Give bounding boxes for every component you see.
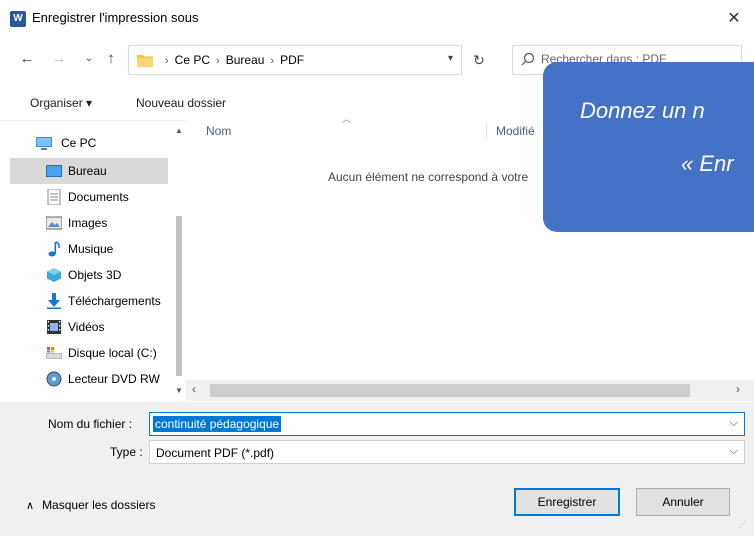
scroll-thumb[interactable] (176, 216, 182, 376)
breadcrumb-item-ce-pc[interactable]: Ce PC (175, 53, 210, 67)
sidebar-item-label: Objets 3D (68, 268, 122, 282)
word-app-icon: W (10, 11, 26, 27)
documents-icon (47, 189, 61, 205)
window-title: Enregistrer l'impression sous (32, 10, 199, 25)
type-label: Type : (110, 445, 143, 459)
sidebar-item-images[interactable]: Images (10, 210, 168, 236)
sidebar-item-disque-local[interactable]: Disque local (C:) (10, 340, 168, 366)
sidebar-item-label: Musique (68, 242, 114, 256)
close-icon[interactable]: ✕ (720, 6, 748, 32)
3d-objects-icon (47, 268, 61, 282)
drive-icon (46, 347, 62, 359)
folder-icon (137, 55, 153, 67)
sidebar-item-label: Bureau (68, 164, 107, 178)
column-divider (486, 122, 487, 140)
filename-input[interactable]: continuité pédagogique ⌵ (149, 412, 745, 436)
horizontal-scrollbar[interactable]: ‹ › (186, 380, 754, 401)
videos-icon (47, 320, 61, 334)
breadcrumb-item-bureau[interactable]: Bureau (226, 53, 265, 67)
pc-icon (36, 137, 52, 150)
sidebar-item-lecteur-dvd[interactable]: Lecteur DVD RW (10, 366, 168, 392)
chevron-right-icon: › (165, 55, 169, 67)
breadcrumb: › Ce PC › Bureau › PDF (159, 53, 304, 67)
sidebar-item-label: Ce PC (61, 136, 97, 150)
scroll-down-icon[interactable]: ▼ (174, 386, 184, 395)
sidebar-item-label: Images (68, 216, 108, 230)
downloads-icon (47, 293, 61, 309)
instruction-callout: Donnez un n « Enr (543, 62, 754, 232)
scroll-left-icon[interactable]: ‹ (192, 382, 196, 396)
save-form: Nom du fichier : continuité pédagogique … (0, 402, 754, 536)
new-folder-button[interactable]: Nouveau dossier (136, 96, 226, 110)
sidebar-item-bureau[interactable]: Bureau (10, 158, 168, 184)
sidebar-item-telechargements[interactable]: Téléchargements (10, 288, 168, 314)
sidebar-item-label: Téléchargements (68, 294, 161, 308)
sidebar-item-label: Disque local (C:) (68, 346, 157, 360)
chevron-down-icon[interactable]: ⌵ (730, 417, 738, 430)
chevron-down-icon[interactable]: ▾ (448, 53, 453, 64)
empty-folder-message: Aucun élément ne correspond à votre (328, 170, 529, 184)
cancel-button[interactable]: Annuler (636, 488, 730, 516)
scroll-right-icon[interactable]: › (736, 382, 740, 396)
chevron-up-icon: ∧ (26, 500, 35, 512)
address-bar[interactable]: › Ce PC › Bureau › PDF ▾ (128, 45, 462, 75)
desktop-folder-icon (46, 165, 62, 177)
sidebar-item-label: Documents (68, 190, 129, 204)
scroll-thumb[interactable] (210, 384, 690, 397)
sort-ascending-icon: ︿ (342, 114, 352, 124)
resize-grip-icon[interactable]: ⋰ (738, 520, 746, 529)
sidebar-item-musique[interactable]: Musique (10, 236, 168, 262)
hide-folders-label: Masquer les dossiers (42, 498, 156, 512)
column-header-name[interactable]: Nom (206, 124, 231, 138)
chevron-down-icon[interactable]: ⌵ (730, 445, 738, 458)
images-icon (46, 216, 62, 230)
save-button[interactable]: Enregistrer (514, 488, 620, 516)
search-icon (521, 52, 535, 66)
callout-line-2: « Enr (681, 151, 734, 176)
chevron-right-icon: › (216, 55, 220, 67)
filename-value[interactable]: continuité pédagogique (153, 416, 282, 432)
breadcrumb-item-pdf[interactable]: PDF (280, 53, 304, 67)
chevron-right-icon: › (270, 55, 275, 67)
sidebar-item-objets-3d[interactable]: Objets 3D (10, 262, 168, 288)
column-header-modified[interactable]: Modifié (496, 124, 535, 138)
sidebar-item-documents[interactable]: Documents (10, 184, 168, 210)
file-type-value: Document PDF (*.pdf) (156, 446, 275, 460)
hide-folders-toggle[interactable]: ∧ Masquer les dossiers (26, 498, 155, 512)
sidebar-item-label: Lecteur DVD RW (68, 372, 160, 386)
sidebar-item-videos[interactable]: Vidéos (10, 314, 168, 340)
forward-arrow-icon[interactable]: → (50, 50, 68, 68)
scroll-up-icon[interactable]: ▲ (174, 126, 184, 135)
organize-menu[interactable]: Organiser ▾ (30, 96, 92, 110)
sidebar-item-ce-pc[interactable]: Ce PC (10, 130, 168, 156)
dvd-icon (46, 371, 62, 387)
sidebar-item-label: Vidéos (68, 320, 105, 334)
sidebar-scrollbar[interactable]: ▲ ▼ (174, 124, 184, 401)
refresh-icon[interactable]: ↻ (470, 52, 488, 70)
back-arrow-icon[interactable]: ← (18, 50, 36, 68)
filename-label: Nom du fichier : (48, 417, 133, 431)
callout-line-1: Donnez un n (580, 98, 705, 123)
up-arrow-icon[interactable]: ↑ (102, 50, 120, 68)
navigation-pane: Ce PC Bureau Documents Images Musique Ob… (10, 124, 184, 401)
music-icon (48, 241, 60, 257)
save-dialog: W Enregistrer l'impression sous ✕ ← → ⌄ … (0, 0, 754, 536)
title-bar: W Enregistrer l'impression sous ✕ (0, 0, 754, 38)
recent-locations-chevron-icon[interactable]: ⌄ (80, 50, 98, 68)
file-type-select[interactable]: Document PDF (*.pdf) ⌵ (149, 440, 745, 464)
